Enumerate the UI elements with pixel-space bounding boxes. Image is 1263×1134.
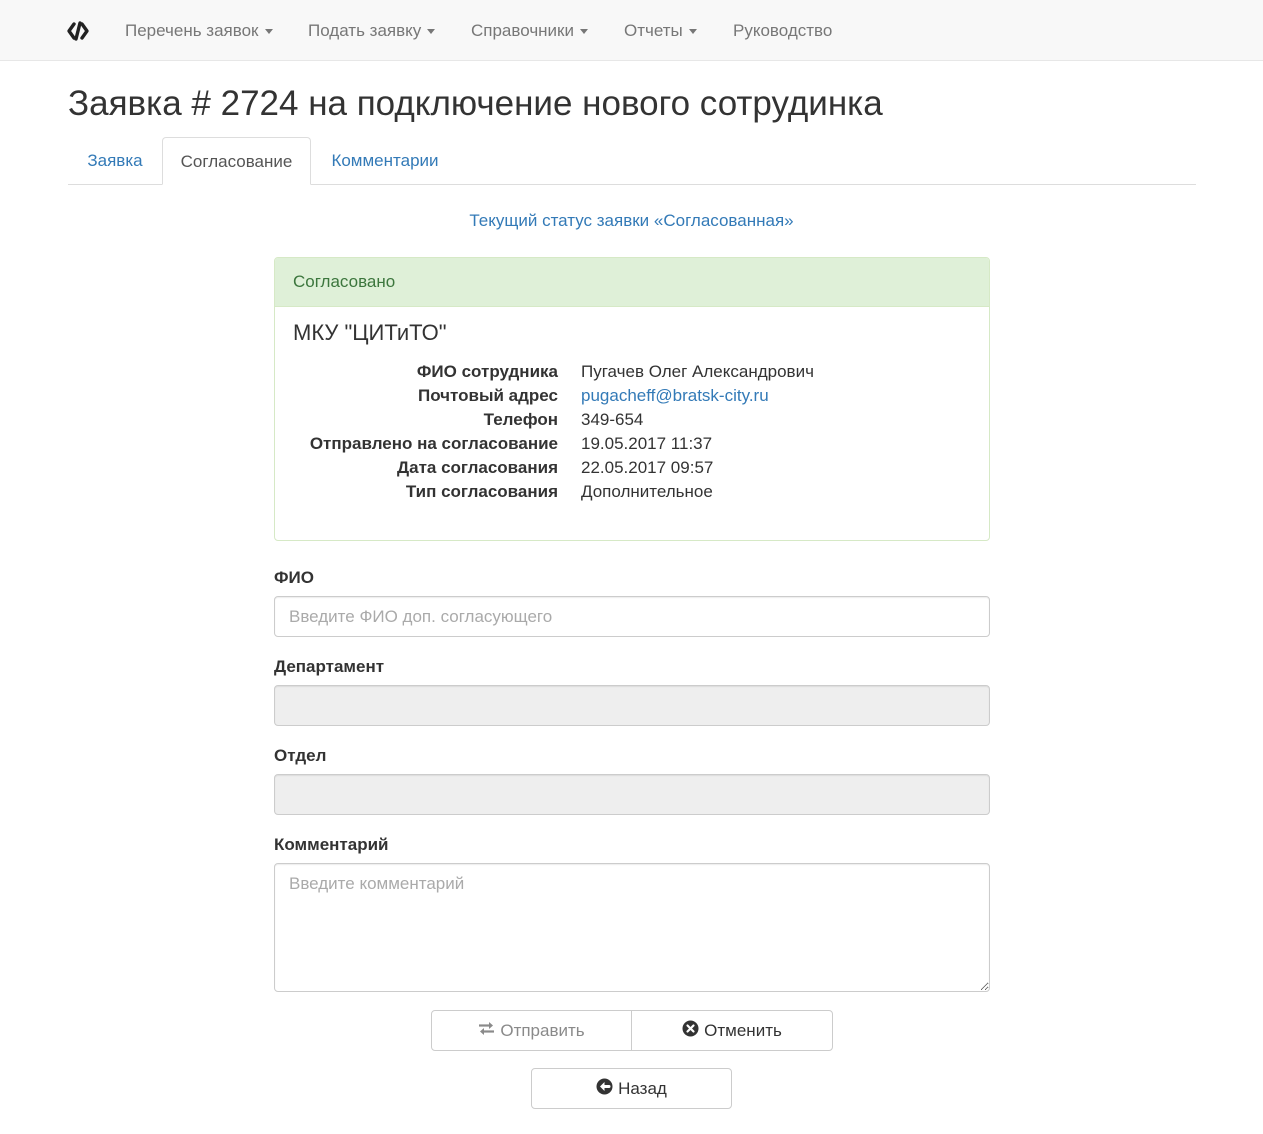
approval-panel: Согласовано МКУ "ЦИТиТО" ФИО сотрудника … [274,257,990,541]
detail-term: Почтовый адрес [418,386,558,405]
remove-circle-icon [682,1020,699,1042]
department-input [274,685,990,726]
request-status-text: Текущий статус заявки «Согласованная» [469,211,794,230]
top-navbar: Перечень заявок Подать заявку Справочник… [0,0,1263,61]
nav-item-label: Справочники [471,21,574,40]
nav-item-manual[interactable]: Руководство [733,19,832,43]
nav-item-requests-list[interactable]: Перечень заявок [125,19,273,43]
caret-down-icon [580,29,588,35]
detail-row: ФИО сотрудника Пугачев Олег Александрови… [275,360,991,384]
tab-approval[interactable]: Согласование [162,137,311,185]
detail-term: Дата согласования [397,458,558,477]
detail-term: Тип согласования [405,482,558,501]
fio-label: ФИО [274,568,314,587]
caret-down-icon [688,29,697,35]
code-slash-icon[interactable] [66,20,90,42]
nav-item-label: Перечень заявок [125,21,259,40]
fio-input[interactable] [274,596,990,637]
caret-down-icon [264,29,273,35]
nav-item-reports[interactable]: Отчеты [624,19,697,43]
detail-value: 349-654 [581,410,644,429]
page-title: Заявка # 2724 на подключение нового сотр… [68,84,883,123]
cancel-button-label: Отменить [704,1020,782,1040]
organization-name: МКУ "ЦИТиТО" [293,320,447,345]
nav-item-label: Руководство [733,21,833,40]
nav-item-submit-request[interactable]: Подать заявку [308,19,436,43]
nav-item-label: Отчеты [624,21,683,40]
transfer-icon [478,1021,495,1041]
detail-value: 22.05.2017 09:57 [581,458,714,477]
detail-row: Дата согласования 22.05.2017 09:57 [275,456,991,480]
detail-row: Телефон 349-654 [275,408,991,432]
detail-row: Тип согласования Дополнительное [275,480,991,504]
detail-value: Дополнительное [581,482,713,501]
division-input [274,774,990,815]
tab-comments[interactable]: Комментарии [312,137,458,185]
comment-textarea[interactable] [274,863,990,992]
detail-value: Пугачев Олег Александрович [581,362,814,381]
back-button-label: Назад [618,1078,667,1098]
email-link[interactable]: pugacheff@bratsk-city.ru [581,384,769,408]
send-button[interactable]: Отправить [431,1010,632,1051]
division-label: Отдел [274,746,327,765]
department-label: Департамент [274,657,385,676]
tab-request[interactable]: Заявка [68,137,162,185]
caret-down-icon [427,29,436,35]
circle-arrow-left-icon [596,1078,613,1100]
detail-row: Отправлено на согласование 19.05.2017 11… [275,432,991,456]
detail-term: ФИО сотрудника [416,362,558,381]
nav-item-directories[interactable]: Справочники [471,19,588,43]
back-button[interactable]: Назад [531,1068,732,1109]
comment-label: Комментарий [274,835,389,854]
nav-item-label: Подать заявку [308,21,422,40]
approval-panel-heading: Согласовано [275,258,989,307]
cancel-button[interactable]: Отменить [631,1010,833,1051]
detail-value: 19.05.2017 11:37 [581,434,713,453]
detail-row: Почтовый адрес pugacheff@bratsk-city.ru [275,384,991,408]
detail-term: Телефон [483,410,558,429]
send-button-label: Отправить [500,1020,585,1040]
detail-term: Отправлено на согласование [309,434,558,453]
